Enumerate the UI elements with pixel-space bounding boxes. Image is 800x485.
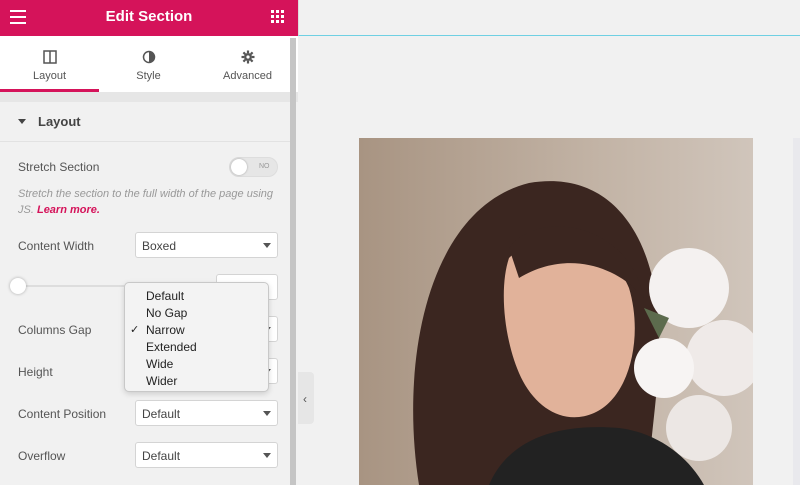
stretch-section-label: Stretch Section (18, 160, 100, 174)
next-column (793, 138, 800, 485)
toggle-knob (231, 159, 247, 175)
dropdown-option-wider[interactable]: Wider (125, 373, 268, 390)
chevron-down-icon (263, 453, 271, 458)
chevron-left-icon: ‹ (303, 392, 307, 406)
content-position-select[interactable]: Default (135, 400, 278, 426)
option-label: Default (146, 289, 185, 303)
content-width-label: Content Width (18, 239, 95, 253)
learn-more-link[interactable]: Learn more. (37, 204, 100, 216)
option-label: Wide (146, 357, 174, 371)
editor-panel: Edit Section Layout Style Advanced Layou… (0, 0, 298, 485)
tab-style[interactable]: Style (99, 36, 198, 92)
option-label: Narrow (146, 323, 185, 337)
section-outline (298, 0, 800, 36)
dropdown-option-default[interactable]: Default (125, 288, 268, 305)
width-slider-handle[interactable] (10, 278, 26, 294)
collapse-panel-button[interactable]: ‹ (298, 372, 314, 424)
content-position-label: Content Position (18, 407, 107, 421)
divider (0, 92, 298, 102)
columns-gap-label: Columns Gap (18, 323, 92, 337)
content-position-value: Default (142, 407, 181, 421)
panel-scrollbar[interactable] (290, 38, 296, 485)
dropdown-option-extended[interactable]: Extended (125, 339, 268, 356)
portrait-image (359, 138, 753, 485)
dropdown-option-no-gap[interactable]: No Gap (125, 305, 268, 322)
tab-layout-label: Layout (32, 70, 67, 82)
tab-style-label: Style (136, 70, 161, 82)
half-circle-icon (99, 50, 198, 64)
tab-advanced-label: Advanced (223, 70, 272, 82)
height-label: Height (18, 365, 53, 379)
overflow-label: Overflow (18, 449, 66, 463)
columns-icon (0, 50, 99, 64)
columns-gap-dropdown: Default No Gap ✓ Narrow Extended Wide Wid… (124, 282, 269, 392)
gear-icon (198, 50, 297, 64)
caret-down-icon (18, 119, 26, 124)
section-header-layout[interactable]: Layout (0, 102, 290, 142)
option-label: Wider (146, 374, 178, 388)
toggle-text: NO (259, 163, 270, 170)
overflow-value: Default (142, 449, 181, 463)
widgets-grid-icon[interactable] (271, 10, 284, 23)
checkmark-icon: ✓ (130, 324, 140, 336)
tab-advanced[interactable]: Advanced (198, 36, 297, 92)
chevron-down-icon (263, 243, 271, 248)
section-title: Layout (38, 114, 81, 129)
dropdown-option-wide[interactable]: Wide (125, 356, 268, 373)
chevron-down-icon (263, 411, 271, 416)
dropdown-option-narrow[interactable]: ✓ Narrow (125, 322, 268, 339)
content-width-select[interactable]: Boxed (135, 232, 278, 258)
panel-tabs: Layout Style Advanced (0, 36, 298, 92)
option-label: No Gap (146, 306, 188, 320)
panel-header: Edit Section (0, 0, 298, 36)
stretch-section-toggle[interactable]: NO (229, 157, 278, 177)
stretch-help-text: Stretch the section to the full width of… (18, 186, 280, 218)
option-label: Extended (146, 340, 197, 354)
panel-title: Edit Section (105, 8, 193, 25)
content-width-value: Boxed (142, 239, 177, 253)
overflow-select[interactable]: Default (135, 442, 278, 468)
tab-layout[interactable]: Layout (0, 36, 99, 92)
